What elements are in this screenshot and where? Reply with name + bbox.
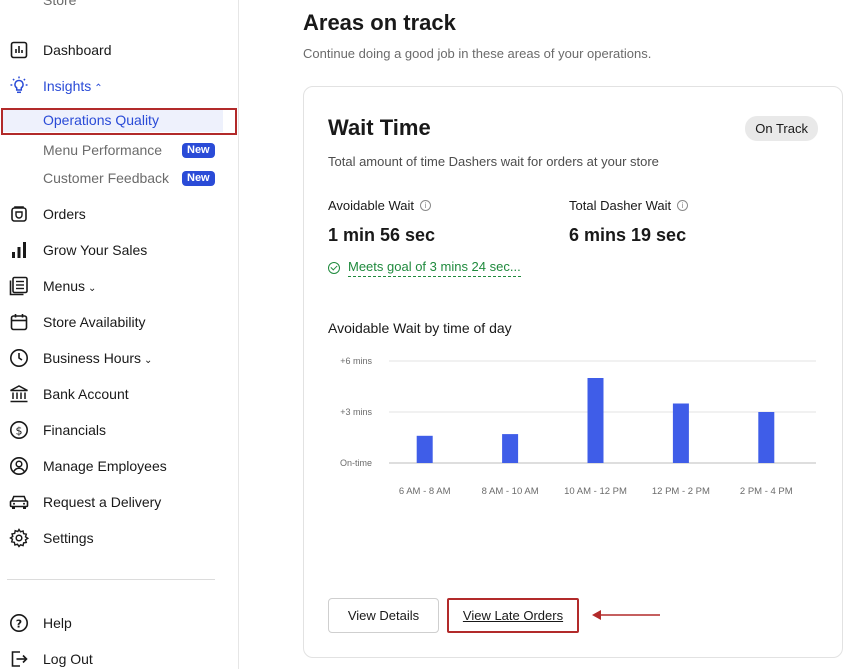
goal-status[interactable]: Meets goal of 3 mins 24 sec...	[328, 259, 521, 277]
sidebar-item-label: Dashboard	[43, 42, 112, 58]
chart-bar[interactable]	[416, 435, 433, 463]
logout-icon	[8, 648, 30, 669]
bar-chart-icon	[8, 239, 30, 261]
new-badge: New	[182, 171, 215, 186]
chart-bar[interactable]	[502, 434, 519, 463]
metric-total-dasher-wait-label: Total Dasher Wait i	[569, 198, 689, 213]
sidebar-item-label: Business Hours	[43, 350, 142, 366]
page-subtitle: Continue doing a good job in these areas…	[303, 46, 652, 61]
chart-title: Avoidable Wait by time of day	[328, 320, 512, 336]
view-details-button[interactable]: View Details	[328, 598, 439, 633]
info-icon[interactable]: i	[677, 200, 689, 211]
sidebar-subitem-menu-performance[interactable]: Menu Performance New	[0, 138, 238, 162]
card-description: Total amount of time Dashers wait for or…	[328, 154, 659, 169]
sidebar-subitem-label: Menu Performance	[43, 142, 163, 158]
x-tick-label: 2 PM - 4 PM	[740, 486, 793, 497]
sidebar-subitem-operations-quality[interactable]: Operations Quality	[0, 108, 238, 135]
svg-text:$: $	[16, 424, 23, 437]
sidebar-subitem-label: Customer Feedback	[43, 170, 170, 186]
svg-text:?: ?	[16, 617, 22, 630]
sidebar-item-label: Help	[43, 615, 72, 631]
goal-text[interactable]: Meets goal of 3 mins 24 sec...	[348, 259, 521, 277]
menu-book-icon	[8, 275, 30, 297]
y-tick-label: +6 mins	[340, 356, 372, 366]
sidebar-item-help[interactable]: ? Help	[0, 609, 238, 637]
bank-icon	[8, 383, 30, 405]
x-tick-label: 6 AM - 8 AM	[399, 486, 451, 497]
metric-total-dasher-wait-value: 6 mins 19 sec	[569, 225, 687, 245]
sidebar-subitem-label: Operations Quality	[43, 112, 159, 128]
sidebar-item-label: Manage Employees	[43, 458, 167, 474]
status-badge: On Track	[745, 116, 818, 141]
sidebar-divider	[7, 579, 215, 580]
car-icon	[8, 491, 30, 513]
sidebar-item-logout[interactable]: Log Out	[0, 645, 238, 669]
sidebar-item-store-availability[interactable]: Store Availability	[0, 308, 238, 336]
sidebar-item-menus-label-wrap: Menus ⌄	[43, 278, 96, 294]
store-label[interactable]: Store	[43, 0, 76, 8]
page-title: Areas on track	[303, 10, 456, 35]
sidebar-item-label: Log Out	[43, 651, 93, 667]
sidebar-item-bank-account[interactable]: Bank Account	[0, 380, 238, 408]
sidebar-item-business-hours[interactable]: Business Hours ⌄	[0, 344, 238, 372]
info-icon[interactable]: i	[420, 200, 431, 211]
view-late-orders-button[interactable]: View Late Orders	[447, 598, 579, 633]
sidebar-item-label: Store Availability	[43, 314, 146, 330]
sidebar-item-label: Request a Delivery	[43, 494, 162, 510]
sidebar-item-label: Grow Your Sales	[43, 242, 148, 258]
dashboard-icon	[8, 39, 30, 61]
sidebar-subitem-customer-feedback[interactable]: Customer Feedback New	[0, 166, 238, 190]
user-circle-icon	[8, 455, 30, 477]
clock-icon	[8, 347, 30, 369]
x-tick-label: 8 AM - 10 AM	[482, 486, 539, 497]
calendar-icon	[8, 311, 30, 333]
sidebar-item-manage-employees[interactable]: Manage Employees	[0, 452, 238, 480]
chart-bar[interactable]	[587, 378, 604, 463]
y-tick-label: On-time	[340, 458, 372, 468]
metric-avoidable-wait-value: 1 min 56 sec	[328, 225, 436, 245]
wait-time-card: Wait Time On Track Total amount of time …	[303, 86, 843, 658]
sidebar-item-insights-label-wrap: Insights ⌃	[43, 78, 103, 94]
sidebar-item-settings[interactable]: Settings	[0, 524, 238, 552]
chevron-down-icon: ⌄	[88, 283, 97, 294]
avoidable-wait-bar-chart: On-time +3 mins +6 mins 6 AM - 8 AM 8 AM - 1…	[340, 356, 816, 497]
orders-bag-icon	[8, 203, 30, 225]
sidebar-item-label: Menus	[43, 278, 86, 294]
chevron-up-icon: ⌃	[94, 83, 103, 94]
sidebar-item-business-hours-label-wrap: Business Hours ⌄	[43, 350, 152, 366]
chevron-down-icon: ⌄	[144, 355, 153, 366]
sidebar-item-label: Orders	[43, 206, 86, 222]
sidebar-item-financials[interactable]: $ Financials	[0, 416, 238, 444]
sidebar: Store Dashboard Insights ⌃ Operations Qua…	[0, 0, 239, 669]
lightbulb-icon	[8, 75, 30, 97]
metric-label-text: Avoidable Wait	[328, 198, 414, 213]
sidebar-item-menus[interactable]: Menus ⌄	[0, 272, 238, 300]
view-late-orders-label: View Late Orders	[462, 608, 564, 623]
new-badge: New	[182, 143, 215, 158]
annotation-arrow-icon	[592, 610, 660, 620]
sidebar-item-insights[interactable]: Insights ⌃	[0, 72, 238, 100]
chart-bar[interactable]	[758, 412, 775, 463]
help-icon: ?	[8, 612, 30, 634]
y-tick-label: +3 mins	[340, 407, 372, 417]
sidebar-item-grow-your-sales[interactable]: Grow Your Sales	[0, 236, 238, 264]
sidebar-item-label: Settings	[43, 530, 94, 546]
sidebar-item-orders[interactable]: Orders	[0, 200, 238, 228]
metric-label-text: Total Dasher Wait	[569, 198, 672, 213]
gear-icon	[8, 527, 30, 549]
card-title: Wait Time	[328, 115, 431, 140]
sidebar-item-dashboard[interactable]: Dashboard	[0, 36, 238, 64]
metric-avoidable-wait-label: Avoidable Wait i	[328, 198, 431, 213]
sidebar-item-label: Bank Account	[43, 386, 129, 402]
check-circle-icon	[328, 262, 340, 274]
chart-bar[interactable]	[672, 403, 689, 464]
sidebar-item-label: Financials	[43, 422, 107, 438]
x-tick-label: 10 AM - 12 PM	[564, 486, 627, 497]
sidebar-item-request-delivery[interactable]: Request a Delivery	[0, 488, 238, 516]
sidebar-item-label: Insights	[43, 78, 92, 94]
dollar-circle-icon: $	[8, 419, 30, 441]
x-tick-label: 12 PM - 2 PM	[652, 486, 710, 497]
